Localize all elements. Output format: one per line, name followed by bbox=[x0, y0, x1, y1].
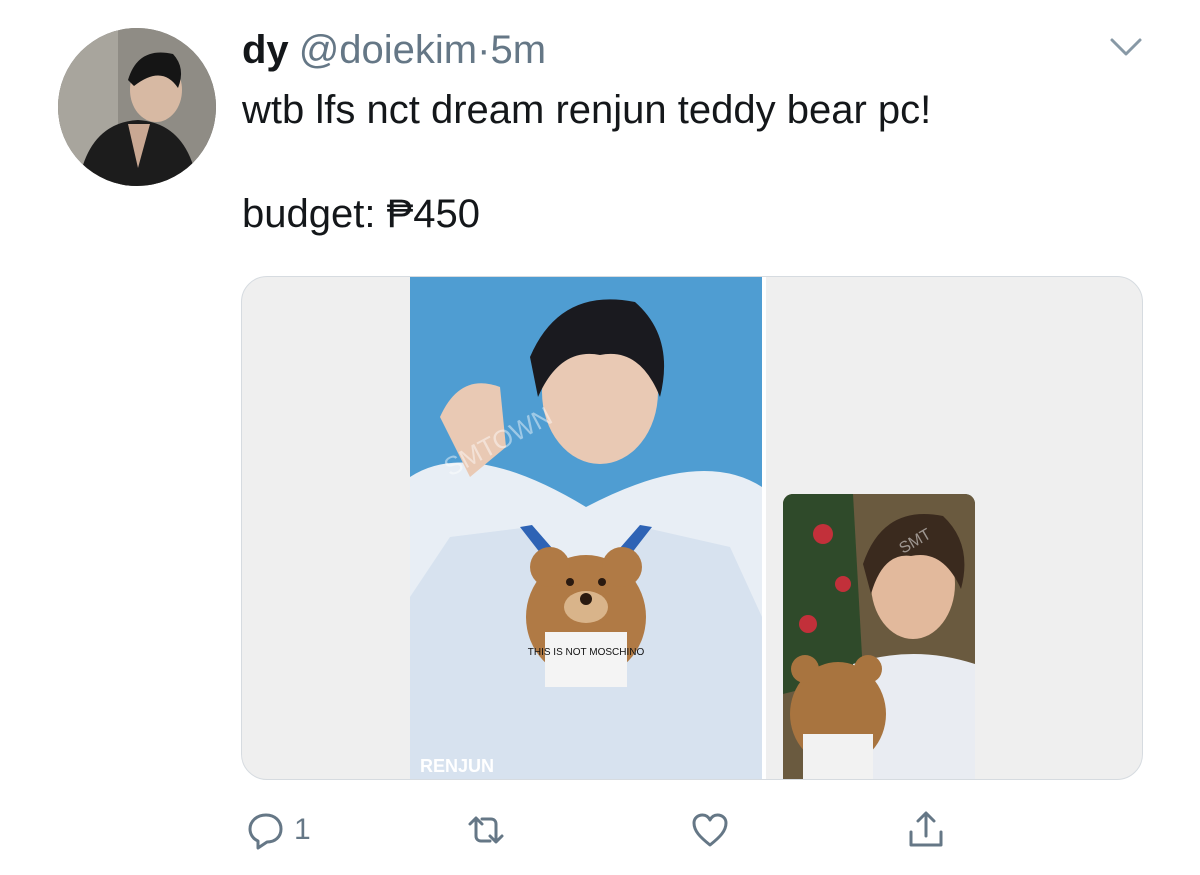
share-icon bbox=[909, 811, 943, 847]
tweet-media[interactable]: THIS IS NOT MOSCHINO SMTOWN RENJUN SMT bbox=[241, 276, 1143, 780]
photocard-image: SMT bbox=[783, 494, 975, 779]
separator-dot: · bbox=[477, 28, 491, 72]
like-button[interactable] bbox=[690, 806, 738, 854]
photo-label: RENJUN bbox=[420, 756, 494, 776]
like-icon bbox=[692, 813, 728, 847]
avatar[interactable] bbox=[58, 28, 216, 186]
timestamp[interactable]: 5m bbox=[490, 28, 546, 72]
photo-divider bbox=[762, 277, 766, 779]
avatar-image bbox=[58, 28, 216, 186]
tweet-header: dy @doiekim·5m bbox=[242, 24, 546, 76]
reply-icon bbox=[248, 813, 283, 850]
share-button[interactable] bbox=[906, 806, 946, 854]
card-photo[interactable]: SMT bbox=[783, 494, 975, 779]
main-photo[interactable]: THIS IS NOT MOSCHINO SMTOWN RENJUN bbox=[410, 277, 762, 779]
retweet-button[interactable] bbox=[466, 806, 514, 854]
bear-shirt-text: THIS IS NOT MOSCHINO bbox=[528, 647, 645, 658]
tweet-text: wtb lfs nct dream renjun teddy bear pc! … bbox=[242, 88, 932, 236]
chevron-down-icon bbox=[1110, 38, 1142, 56]
retweet-icon bbox=[468, 816, 504, 844]
tweet-actions: 1 bbox=[0, 800, 1200, 860]
author-name[interactable]: dy bbox=[242, 28, 289, 72]
more-options-button[interactable] bbox=[1106, 34, 1146, 60]
renjun-photo-image: THIS IS NOT MOSCHINO SMTOWN RENJUN bbox=[410, 277, 762, 779]
reply-button[interactable]: 1 bbox=[246, 806, 311, 854]
author-handle[interactable]: @doiekim bbox=[299, 28, 477, 72]
reply-count: 1 bbox=[294, 813, 311, 846]
